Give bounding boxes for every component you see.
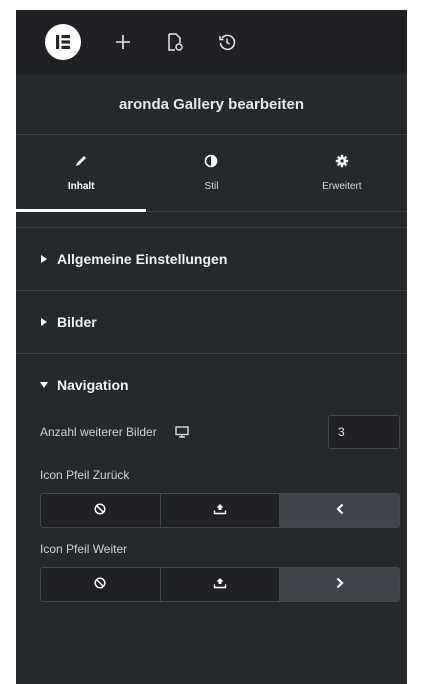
gear-icon (335, 154, 349, 173)
caret-right-icon (40, 318, 48, 326)
section-navigation: Navigation Anzahl weiterer Bilder Icon P… (16, 353, 407, 602)
section-images-title: Bilder (57, 314, 97, 330)
half-circle-icon (204, 154, 218, 173)
more-images-label: Anzahl weiterer Bilder (40, 425, 157, 439)
icon-next-choices (40, 567, 400, 602)
pencil-icon (74, 154, 88, 173)
more-images-control: Anzahl weiterer Bilder (40, 414, 400, 450)
section-general-settings-header[interactable]: Allgemeine Einstellungen (16, 228, 407, 290)
icon-next-label: Icon Pfeil Weiter (40, 542, 128, 556)
icon-back-option-none[interactable] (41, 494, 161, 527)
panel-title: aronda Gallery bearbeiten (118, 95, 305, 113)
panel-title-bar: aronda Gallery bearbeiten (16, 74, 407, 135)
more-images-input[interactable] (328, 415, 400, 449)
editor-topbar (16, 10, 407, 74)
section-general-settings-title: Allgemeine Einstellungen (57, 251, 228, 267)
chevron-left-icon (336, 502, 344, 520)
tab-style[interactable]: Stil (146, 135, 276, 211)
plus-icon[interactable] (111, 30, 135, 54)
elementor-logo-icon[interactable] (45, 24, 81, 60)
upload-icon (213, 576, 227, 594)
icon-back-label: Icon Pfeil Zurück (40, 468, 130, 482)
tab-content-label: Inhalt (67, 181, 95, 192)
history-icon[interactable] (215, 30, 239, 54)
section-images: Bilder (16, 290, 407, 353)
section-general-settings: Allgemeine Einstellungen (16, 227, 407, 290)
section-navigation-header[interactable]: Navigation (16, 354, 407, 416)
upload-icon (213, 502, 227, 520)
icon-next-option-chevron[interactable] (280, 568, 399, 601)
icon-next-option-none[interactable] (41, 568, 161, 601)
section-navigation-title: Navigation (57, 377, 129, 393)
ban-icon (94, 502, 106, 520)
section-images-header[interactable]: Bilder (16, 291, 407, 353)
ban-icon (94, 576, 106, 594)
caret-down-icon (40, 381, 48, 389)
caret-right-icon (40, 255, 48, 263)
tab-content[interactable]: Inhalt (16, 135, 147, 212)
icon-back-choices (40, 493, 400, 528)
desktop-icon[interactable] (175, 425, 189, 439)
navigation-controls: Anzahl weiterer Bilder Icon Pfeil Zurück (16, 414, 407, 602)
icon-back-option-chevron[interactable] (280, 494, 399, 527)
chevron-right-icon (336, 576, 344, 594)
editor-panel: aronda Gallery bearbeiten Inhalt Stil Er… (16, 10, 407, 684)
tab-advanced-label: Erweitert (322, 181, 362, 192)
icon-next-option-upload[interactable] (160, 568, 281, 601)
tab-style-label: Stil (204, 181, 219, 192)
panel-tabs: Inhalt Stil Erweitert (16, 135, 407, 212)
page-settings-icon[interactable] (163, 30, 187, 54)
icon-back-option-upload[interactable] (160, 494, 281, 527)
tab-advanced[interactable]: Erweitert (277, 135, 407, 211)
